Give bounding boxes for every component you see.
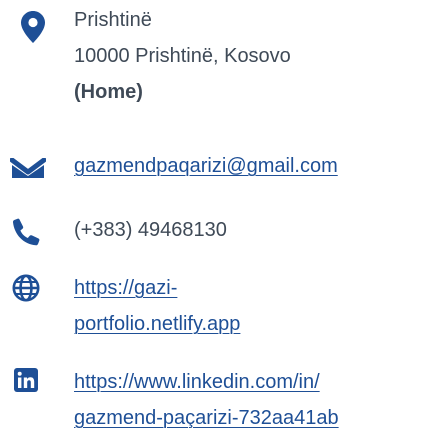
address-postal: 10000 Prishtinë, Kosovo xyxy=(74,45,291,67)
website-text: https://gazi- portfolio.netlify.app xyxy=(74,270,240,342)
linkedin-text: https://www.linkedin.com/in/ gazmend-paç… xyxy=(74,364,339,436)
website-row: https://gazi- portfolio.netlify.app xyxy=(0,270,437,346)
contact-list: Prishtinë 10000 Prishtinë, Kosovo (Home)… xyxy=(0,0,437,440)
globe-icon xyxy=(12,274,40,302)
address-label: (Home) xyxy=(74,81,143,103)
location-pin-icon xyxy=(21,11,45,43)
linkedin-row: https://www.linkedin.com/in/ gazmend-paç… xyxy=(0,364,437,440)
address-city: Prishtinë xyxy=(74,9,152,31)
envelope-icon xyxy=(10,158,46,178)
email-text: gazmendpaqarizi@gmail.com xyxy=(74,148,338,184)
linkedin-link-line2[interactable]: gazmend-paçarizi-732aa41ab xyxy=(74,400,339,436)
address-row: Prishtinë 10000 Prishtinë, Kosovo (Home) xyxy=(0,0,437,130)
phone-text: (+383) 49468130 xyxy=(74,219,227,241)
website-link-line1[interactable]: https://gazi- xyxy=(74,270,240,306)
email-link[interactable]: gazmendpaqarizi@gmail.com xyxy=(74,155,338,177)
linkedin-link-line1[interactable]: https://www.linkedin.com/in/ xyxy=(74,364,339,400)
phone-icon xyxy=(12,218,40,246)
address-text: Prishtinë 10000 Prishtinë, Kosovo (Home) xyxy=(74,2,291,110)
website-link-line2[interactable]: portfolio.netlify.app xyxy=(74,306,240,342)
phone-row: (+383) 49468130 xyxy=(0,212,437,252)
linkedin-icon xyxy=(14,368,38,392)
email-row: gazmendpaqarizi@gmail.com xyxy=(0,148,437,188)
